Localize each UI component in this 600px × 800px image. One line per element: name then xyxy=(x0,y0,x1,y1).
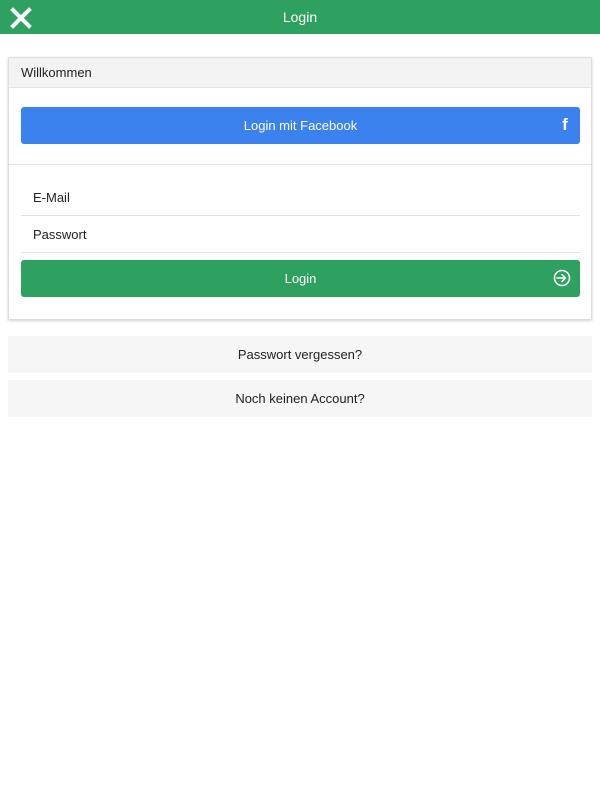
close-icon[interactable] xyxy=(9,6,33,30)
facebook-login-label: Login mit Facebook xyxy=(243,118,358,133)
login-card: Willkommen Login mit Facebook f Login xyxy=(8,57,592,320)
email-field-row xyxy=(21,179,580,216)
login-button[interactable]: Login xyxy=(21,260,580,297)
facebook-icon: f xyxy=(562,115,568,134)
login-arrow-icon xyxy=(553,269,571,287)
card-title: Willkommen xyxy=(9,58,591,88)
close-button[interactable] xyxy=(9,6,33,30)
facebook-section: Login mit Facebook f xyxy=(9,88,591,165)
password-field-row xyxy=(21,216,580,253)
page-title: Login xyxy=(282,9,318,25)
top-app-bar: Login xyxy=(0,0,600,34)
forgot-password-label: Passwort vergessen? xyxy=(237,347,363,362)
register-label: Noch keinen Account? xyxy=(235,391,365,406)
forgot-password-button[interactable]: Passwort vergessen? xyxy=(8,336,592,373)
facebook-login-button[interactable]: Login mit Facebook f xyxy=(21,107,580,144)
login-button-label: Login xyxy=(284,271,317,286)
register-button[interactable]: Noch keinen Account? xyxy=(8,380,592,417)
email-field[interactable] xyxy=(21,179,580,215)
password-field[interactable] xyxy=(21,216,580,252)
